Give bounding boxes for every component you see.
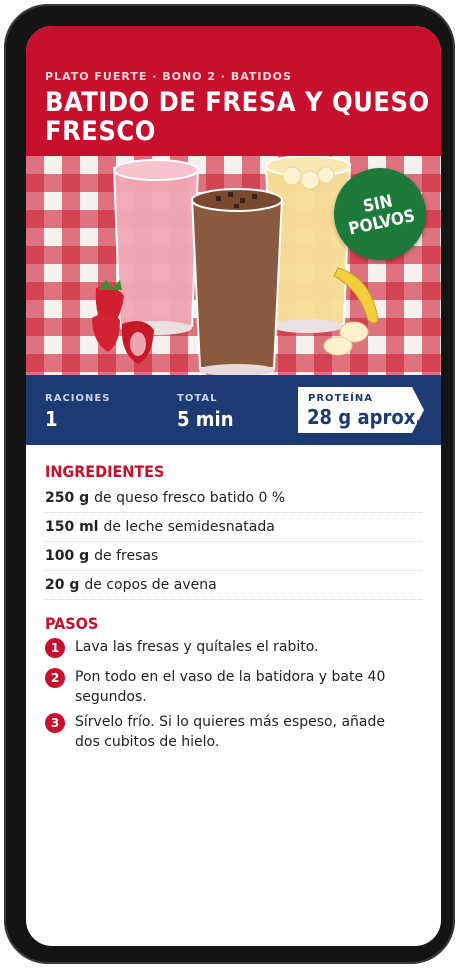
ingredient-text: de copos de avena: [84, 577, 217, 593]
step-text: Lava las fresas y quítales el rabito.: [75, 639, 319, 655]
recipe-header: PLATO FUERTE · BONO 2 · BATIDOS BATIDO D…: [26, 26, 441, 156]
protein-value: 28 g aprox.: [307, 405, 423, 429]
breadcrumb: PLATO FUERTE · BONO 2 · BATIDOS: [45, 70, 292, 83]
recipe-screen: PLATO FUERTE · BONO 2 · BATIDOS BATIDO D…: [26, 26, 441, 946]
ingredient-qty: 100 g: [45, 548, 90, 564]
time-label: TOTAL: [177, 393, 218, 404]
hero-image: SIN POLVOS: [26, 156, 441, 375]
ingredient-row: 250 g de queso fresco batido 0 %: [45, 484, 422, 513]
step-number: 1: [45, 638, 65, 658]
step-text: Pon todo en el vaso de la batidora y bat…: [75, 669, 386, 705]
protein-tag: PROTEÍNA 28 g aprox.: [298, 387, 424, 433]
page-title: BATIDO DE FRESA Y QUESO FRESCO: [45, 87, 430, 147]
ingredient-row: 20 g de copos de avena: [45, 571, 422, 600]
phone-frame: PLATO FUERTE · BONO 2 · BATIDOS BATIDO D…: [4, 4, 455, 964]
step-number: 3: [45, 713, 65, 733]
ingredient-row: 100 g de fresas: [45, 542, 422, 571]
ingredient-text: de fresas: [94, 548, 159, 564]
ingredient-row: 150 ml de leche semidesnatada: [45, 513, 422, 542]
ingredient-text: de queso fresco batido 0 %: [94, 490, 286, 506]
step-number: 2: [45, 668, 65, 688]
ingredients-title: INGREDIENTES: [45, 462, 165, 481]
ingredient-qty: 150 ml: [45, 519, 99, 535]
time-value: 5 min: [177, 407, 234, 431]
servings-value: 1: [45, 407, 58, 431]
step-text: Sírvelo frío. Si lo quieres más espeso, …: [75, 714, 385, 750]
steps-title: PASOS: [45, 614, 99, 633]
step-item: 1 Lava las fresas y quítales el rabito.: [45, 637, 425, 661]
protein-label: PROTEÍNA: [308, 393, 374, 404]
ingredient-text: de leche semidesnatada: [103, 519, 275, 535]
ingredient-qty: 250 g: [45, 490, 90, 506]
step-item: 2 Pon todo en el vaso de la batidora y b…: [45, 667, 425, 709]
stats-bar: RACIONES 1 TOTAL 5 min PROTEÍNA 28 g apr…: [26, 375, 441, 445]
servings-label: RACIONES: [45, 393, 111, 404]
ingredient-qty: 20 g: [45, 577, 80, 593]
step-item: 3 Sírvelo frío. Si lo quieres más espeso…: [45, 712, 425, 754]
